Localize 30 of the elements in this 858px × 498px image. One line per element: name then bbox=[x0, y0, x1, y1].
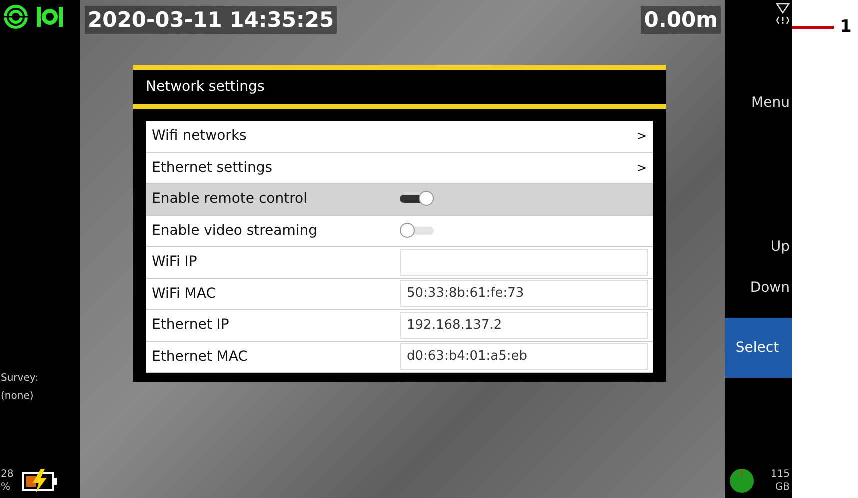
toggle-row[interactable]: Enable remote control bbox=[146, 184, 653, 216]
dialog-title: Network settings bbox=[133, 65, 666, 109]
storage-free: 115 GB bbox=[770, 468, 791, 494]
battery-percent: 28 % bbox=[1, 468, 14, 494]
input-field[interactable]: d0:63:b4:01:a5:eb bbox=[400, 343, 648, 370]
storage-pie-icon bbox=[729, 468, 755, 494]
toggle-switch[interactable] bbox=[400, 222, 435, 239]
field-label: WiFi IP bbox=[152, 254, 198, 270]
toggle-switch[interactable] bbox=[400, 191, 435, 208]
field-label: Ethernet IP bbox=[152, 317, 230, 334]
distance-text: 0.00m bbox=[641, 6, 721, 34]
wifi-icon bbox=[776, 3, 790, 14]
toggle-label: Enable video streaming bbox=[152, 222, 319, 239]
side-menu-button[interactable]: Select bbox=[725, 318, 792, 378]
survey-value: (none) bbox=[0, 390, 35, 404]
input-field[interactable] bbox=[400, 248, 648, 276]
field-label: Ethernet MAC bbox=[152, 348, 249, 365]
side-menu-button[interactable]: Menu bbox=[725, 73, 792, 133]
datetime-text: 2020-03-11 14:35:25 bbox=[85, 6, 338, 34]
battery-charging-icon bbox=[22, 468, 58, 494]
survey-label: Survey: bbox=[0, 372, 40, 386]
menu-row[interactable]: Wifi networks > bbox=[146, 121, 653, 152]
toggle-row[interactable]: Enable video streaming bbox=[146, 216, 653, 247]
toggle-label: Enable remote control bbox=[152, 191, 308, 208]
warning-icon bbox=[776, 16, 790, 25]
input-field[interactable]: 192.168.137.2 bbox=[400, 312, 648, 339]
field-label: WiFi MAC bbox=[152, 286, 217, 302]
leader-line bbox=[792, 26, 834, 28]
input-field[interactable]: 50:33:8b:61:fe:73 bbox=[400, 280, 648, 308]
callout-number: 1 bbox=[840, 17, 852, 37]
